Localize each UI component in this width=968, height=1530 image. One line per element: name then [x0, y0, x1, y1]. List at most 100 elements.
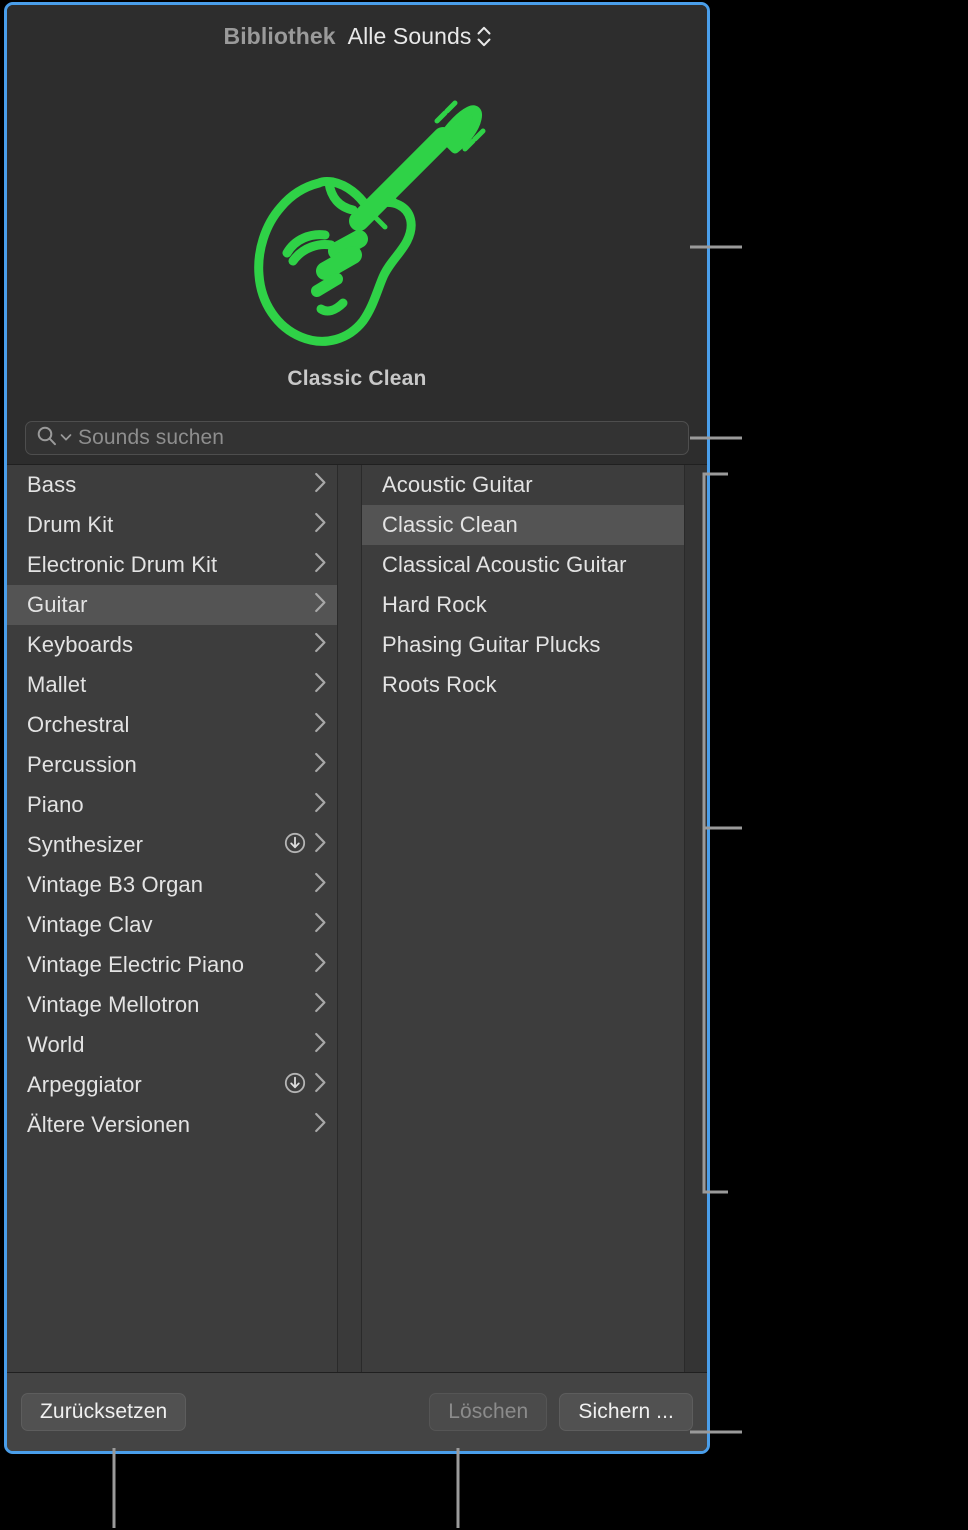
sound-browser: Bass Drum Kit Electronic Drum Kit Guitar Key…: [7, 464, 707, 1373]
row-accessories: [314, 872, 327, 898]
category-row[interactable]: Guitar: [7, 585, 337, 625]
sound-list[interactable]: Acoustic Guitar Classic Clean Classical Ac…: [362, 465, 685, 1372]
chevron-right-icon[interactable]: [314, 952, 327, 978]
row-accessories: [314, 1112, 327, 1138]
chevron-right-icon[interactable]: [314, 1072, 327, 1098]
save-button[interactable]: Sichern ...: [559, 1393, 693, 1431]
row-accessories: [314, 992, 327, 1018]
row-accessories: [314, 1032, 327, 1058]
row-accessories: [284, 1072, 327, 1099]
row-accessories: [314, 912, 327, 938]
row-accessories: [314, 672, 327, 698]
row-accessories: [314, 952, 327, 978]
electric-guitar-icon: [207, 75, 507, 365]
chevron-right-icon[interactable]: [314, 632, 327, 658]
row-accessories: [314, 632, 327, 658]
chevron-right-icon[interactable]: [314, 1032, 327, 1058]
delete-button: Löschen: [429, 1393, 547, 1431]
category-row[interactable]: Drum Kit: [7, 505, 337, 545]
download-circle-arrow-icon[interactable]: [284, 832, 306, 859]
chevron-right-icon[interactable]: [314, 552, 327, 578]
chevron-right-icon[interactable]: [314, 512, 327, 538]
category-row[interactable]: Vintage Electric Piano: [7, 945, 337, 985]
patch-name-label: Classic Clean: [287, 367, 426, 391]
sound-row[interactable]: Acoustic Guitar: [362, 465, 684, 505]
chevron-right-icon[interactable]: [314, 1112, 327, 1138]
category-row[interactable]: World: [7, 1025, 337, 1065]
chevron-right-icon[interactable]: [314, 592, 327, 618]
chevron-right-icon[interactable]: [314, 712, 327, 738]
page-title: Bibliothek: [223, 23, 335, 50]
chevron-right-icon[interactable]: [314, 832, 327, 858]
category-row[interactable]: Arpeggiator: [7, 1065, 337, 1105]
category-label: Vintage B3 Organ: [27, 872, 314, 898]
category-label: Electronic Drum Kit: [27, 552, 314, 578]
category-row[interactable]: Piano: [7, 785, 337, 825]
category-label: Keyboards: [27, 632, 314, 658]
sound-label: Classical Acoustic Guitar: [382, 552, 674, 578]
sound-label: Phasing Guitar Plucks: [382, 632, 674, 658]
reset-button[interactable]: Zurücksetzen: [21, 1393, 186, 1431]
category-label: Mallet: [27, 672, 314, 698]
row-accessories: [314, 712, 327, 738]
chevron-right-icon[interactable]: [314, 672, 327, 698]
category-label: Vintage Mellotron: [27, 992, 314, 1018]
category-label: Ältere Versionen: [27, 1112, 314, 1138]
sound-label: Acoustic Guitar: [382, 472, 674, 498]
category-row[interactable]: Electronic Drum Kit: [7, 545, 337, 585]
sound-filter-stepper[interactable]: Alle Sounds: [348, 23, 491, 50]
sound-row[interactable]: Hard Rock: [362, 585, 684, 625]
category-row[interactable]: Synthesizer: [7, 825, 337, 865]
chevron-right-icon[interactable]: [314, 992, 327, 1018]
library-header: Bibliothek Alle Sounds: [7, 5, 707, 67]
category-row[interactable]: Orchestral: [7, 705, 337, 745]
sound-row[interactable]: Phasing Guitar Plucks: [362, 625, 684, 665]
category-label: Percussion: [27, 752, 314, 778]
search-placeholder-text: Sounds suchen: [78, 426, 224, 450]
column-divider-gutter: [338, 465, 362, 1372]
row-accessories: [314, 792, 327, 818]
row-accessories: [314, 592, 327, 618]
browser-scroll-gutter[interactable]: [685, 465, 707, 1372]
patch-preview-area: Classic Clean: [7, 67, 707, 412]
category-row[interactable]: Bass: [7, 465, 337, 505]
chevron-right-icon[interactable]: [314, 472, 327, 498]
category-row[interactable]: Vintage B3 Organ: [7, 865, 337, 905]
category-label: Piano: [27, 792, 314, 818]
stepper-up-down-chevrons-icon: [477, 26, 491, 47]
chevron-right-icon[interactable]: [314, 752, 327, 778]
category-row[interactable]: Ältere Versionen: [7, 1105, 337, 1145]
category-row[interactable]: Mallet: [7, 665, 337, 705]
sound-label: Hard Rock: [382, 592, 674, 618]
chevron-right-icon[interactable]: [314, 792, 327, 818]
library-panel: Bibliothek Alle Sounds: [4, 2, 710, 1454]
sound-row[interactable]: Classic Clean: [362, 505, 684, 545]
chevron-down-icon[interactable]: [60, 429, 72, 447]
sound-label: Roots Rock: [382, 672, 674, 698]
sound-row[interactable]: Classical Acoustic Guitar: [362, 545, 684, 585]
category-label: Bass: [27, 472, 314, 498]
category-label: Synthesizer: [27, 832, 284, 858]
category-label: Drum Kit: [27, 512, 314, 538]
category-row[interactable]: Vintage Mellotron: [7, 985, 337, 1025]
sound-row[interactable]: Roots Rock: [362, 665, 684, 705]
category-list[interactable]: Bass Drum Kit Electronic Drum Kit Guitar Key…: [7, 465, 338, 1372]
chevron-right-icon[interactable]: [314, 912, 327, 938]
row-accessories: [314, 512, 327, 538]
row-accessories: [314, 552, 327, 578]
category-label: Vintage Electric Piano: [27, 952, 314, 978]
category-label: Orchestral: [27, 712, 314, 738]
download-circle-arrow-icon[interactable]: [284, 1072, 306, 1099]
search-input[interactable]: Sounds suchen: [25, 421, 689, 455]
category-label: Arpeggiator: [27, 1072, 284, 1098]
category-row[interactable]: Percussion: [7, 745, 337, 785]
row-accessories: [284, 832, 327, 859]
chevron-right-icon[interactable]: [314, 872, 327, 898]
row-accessories: [314, 472, 327, 498]
row-accessories: [314, 752, 327, 778]
category-row[interactable]: Vintage Clav: [7, 905, 337, 945]
category-label: Vintage Clav: [27, 912, 314, 938]
sound-label: Classic Clean: [382, 512, 674, 538]
category-row[interactable]: Keyboards: [7, 625, 337, 665]
sound-filter-label: Alle Sounds: [348, 23, 472, 50]
